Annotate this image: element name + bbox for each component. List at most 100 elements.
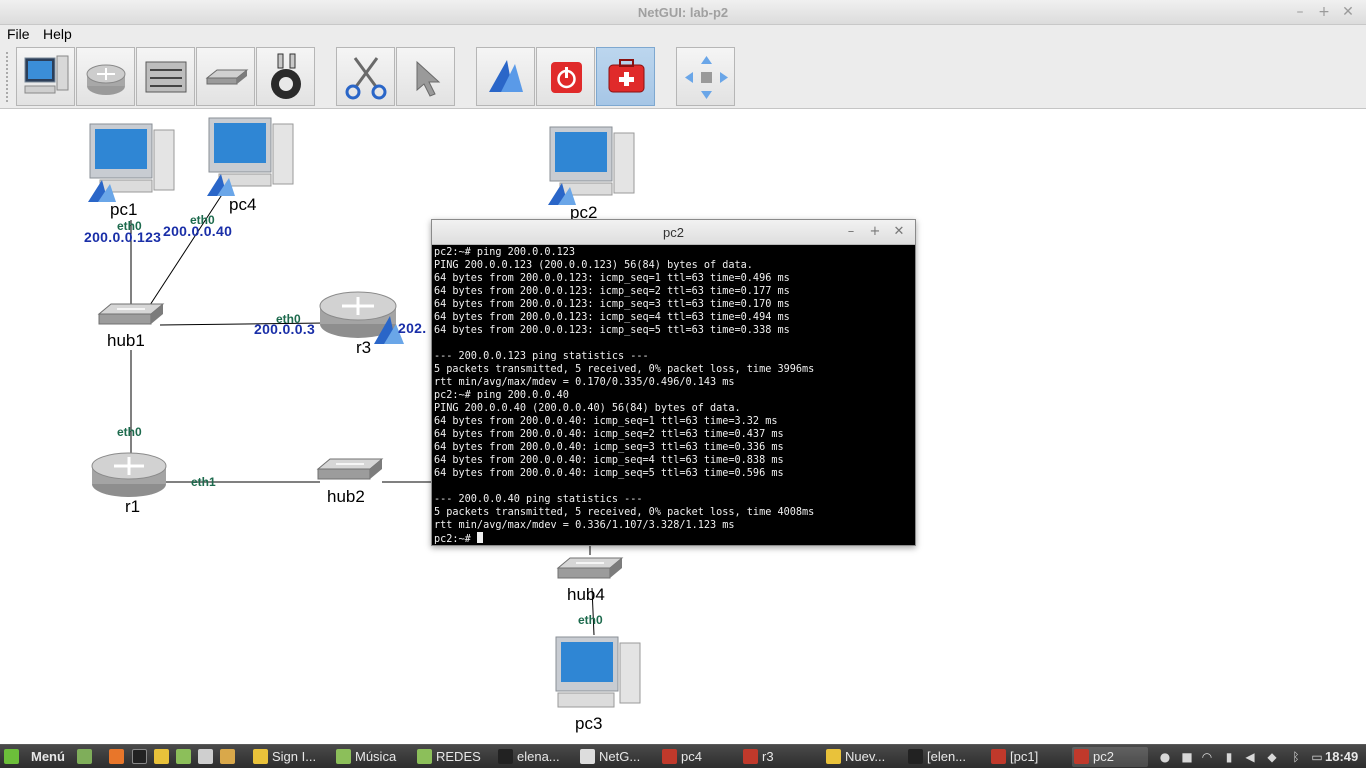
terminal-line: 64 bytes from 200.0.0.40: icmp_seq=1 ttl… <box>434 416 778 427</box>
stop-button[interactable] <box>536 47 595 106</box>
terminal-maximize-icon[interactable]: + <box>867 224 883 240</box>
add-cable-button[interactable] <box>256 47 315 106</box>
ip-r3: 200.0.0.3 <box>254 321 316 337</box>
show-desktop-icon[interactable] <box>77 749 92 764</box>
label-pc1: pc1 <box>110 200 138 219</box>
start-button[interactable] <box>476 47 535 106</box>
taskbar: Menú Sign I... Música REDES elena... NetG...… <box>0 744 1366 768</box>
label-hub2: hub2 <box>327 487 365 506</box>
files-launcher-icon[interactable] <box>176 749 191 764</box>
add-terminal-button[interactable] <box>16 47 75 106</box>
ip-pc1: 200.0.0.123 <box>84 229 162 245</box>
taskbar-window-button[interactable]: pc2 <box>1072 747 1148 767</box>
computer-icon <box>548 126 635 205</box>
terminal-line: 64 bytes from 200.0.0.123: icmp_seq=5 tt… <box>434 325 790 336</box>
terminal-window-pc2[interactable]: pc2 – + ✕ pc2:~# ping 200.0.0.123 PING 20… <box>431 219 916 546</box>
minimize-icon[interactable]: – <box>1292 4 1308 20</box>
taskbar-window-button[interactable]: Nuev... <box>824 747 900 767</box>
calculator-launcher-icon[interactable] <box>198 749 213 764</box>
taskbar-menu[interactable]: Menú <box>31 747 65 767</box>
window-app-icon <box>253 749 268 764</box>
terminal-titlebar[interactable]: pc2 – + ✕ <box>432 220 915 245</box>
mint-menu-icon[interactable] <box>4 749 19 764</box>
taskbar-window-label: [elen... <box>927 749 967 764</box>
taskbar-window-button[interactable]: Sign I... <box>251 747 329 767</box>
taskbar-window-button[interactable]: NetG... <box>578 747 654 767</box>
window-title: NetGUI: lab-p2 <box>637 5 729 20</box>
taskbar-window-label: Música <box>355 749 397 764</box>
terminal-line: rtt min/avg/max/mdev = 0.170/0.335/0.496… <box>434 377 735 388</box>
terminal-line: pc2:~# ping 200.0.0.40 <box>434 390 569 401</box>
terminal-minimize-icon[interactable]: – <box>843 224 859 240</box>
taskbar-window-button[interactable]: REDES <box>415 747 491 767</box>
move-button[interactable] <box>676 47 735 106</box>
taskbar-window-label: [pc1] <box>1010 749 1039 764</box>
computer-icon <box>24 55 69 94</box>
select-button[interactable] <box>396 47 455 106</box>
terminal-line: 5 packets transmitted, 5 received, 0% pa… <box>434 507 815 518</box>
network-icon[interactable]: ▭ <box>1310 750 1324 764</box>
window-app-icon <box>991 749 1006 764</box>
menu-file[interactable]: File <box>7 26 30 42</box>
close-icon[interactable]: ✕ <box>1340 4 1356 20</box>
battery-icon[interactable]: ▮ <box>1222 750 1236 764</box>
terminal-prompt-line[interactable]: pc2:~# <box>434 532 913 544</box>
wifi-icon[interactable]: ◠ <box>1200 750 1214 764</box>
taskbar-window-button[interactable]: pc4 <box>660 747 736 767</box>
taskbar-window-button[interactable]: Música <box>334 747 410 767</box>
maximize-icon[interactable]: + <box>1316 4 1332 20</box>
shield-icon[interactable]: ◆ <box>1265 750 1279 764</box>
window-app-icon <box>336 749 351 764</box>
node-pc4[interactable] <box>205 116 297 202</box>
label-hub4: hub4 <box>567 585 605 604</box>
bluetooth-icon[interactable]: ᛒ <box>1289 750 1303 764</box>
computer-icon <box>88 123 175 202</box>
node-r1[interactable] <box>90 448 170 504</box>
if-pc3-eth0: eth0 <box>578 613 603 627</box>
add-switch-button[interactable] <box>136 47 195 106</box>
terminal-line: 64 bytes from 200.0.0.123: icmp_seq=3 tt… <box>434 299 790 310</box>
firefox-icon[interactable] <box>109 749 124 764</box>
terminal-line: 64 bytes from 200.0.0.40: icmp_seq=5 ttl… <box>434 468 784 479</box>
app-launcher-icon[interactable] <box>220 749 235 764</box>
taskbar-window-label: pc4 <box>681 749 702 764</box>
storage-icon[interactable]: ■ <box>1180 750 1194 764</box>
terminal-launcher-icon[interactable] <box>132 749 147 764</box>
volume-icon[interactable]: ◀ <box>1243 750 1257 764</box>
user-icon[interactable]: ● <box>1158 750 1172 764</box>
node-pc1[interactable] <box>86 122 178 208</box>
terminal-cursor <box>476 532 483 543</box>
chrome-launcher-icon[interactable] <box>154 749 169 764</box>
clock[interactable]: 18:49 <box>1325 747 1358 767</box>
taskbar-window-button[interactable]: elena... <box>496 747 572 767</box>
help-kit-button[interactable] <box>596 47 655 106</box>
taskbar-window-button[interactable]: [pc1] <box>989 747 1065 767</box>
node-hub2[interactable] <box>316 455 384 491</box>
cut-button[interactable] <box>336 47 395 106</box>
taskbar-window-button[interactable]: r3 <box>741 747 817 767</box>
terminal-line: pc2:~# ping 200.0.0.123 <box>434 247 576 258</box>
terminal-output[interactable]: pc2:~# ping 200.0.0.123 PING 200.0.0.123 … <box>434 246 913 544</box>
menu-help[interactable]: Help <box>43 26 72 42</box>
toolbar-grip[interactable] <box>5 51 10 103</box>
window-app-icon <box>580 749 595 764</box>
add-router-button[interactable] <box>76 47 135 106</box>
window-titlebar: NetGUI: lab-p2 – + ✕ <box>0 0 1366 25</box>
terminal-line: 64 bytes from 200.0.0.40: icmp_seq=3 ttl… <box>434 442 784 453</box>
node-pc2[interactable] <box>546 125 638 211</box>
terminal-close-icon[interactable]: ✕ <box>891 224 907 240</box>
cable-icon <box>271 53 301 99</box>
add-hub-button[interactable] <box>196 47 255 106</box>
window-app-icon <box>908 749 923 764</box>
taskbar-window-button[interactable]: [elen... <box>906 747 982 767</box>
menu-bar: File Help <box>0 25 1366 45</box>
node-pc3[interactable] <box>552 635 644 719</box>
window-app-icon <box>826 749 841 764</box>
terminal-line: 64 bytes from 200.0.0.40: icmp_seq=4 ttl… <box>434 455 784 466</box>
label-pc4: pc4 <box>229 195 257 214</box>
pointer-icon <box>416 60 441 97</box>
window-app-icon <box>417 749 432 764</box>
terminal-line: --- 200.0.0.40 ping statistics --- <box>434 494 643 505</box>
